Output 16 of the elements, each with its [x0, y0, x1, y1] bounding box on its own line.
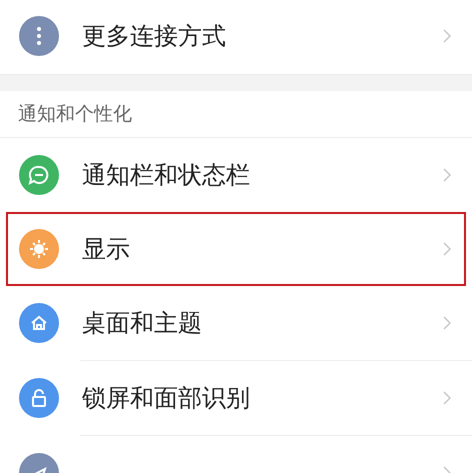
- chevron-icon: [442, 167, 452, 183]
- chevron-icon: [442, 390, 452, 406]
- section-header: 通知和个性化: [18, 102, 132, 127]
- item-label: 锁屏和面部识别: [82, 383, 251, 414]
- item-label: 显示: [82, 234, 131, 265]
- chevron-icon: [442, 241, 452, 257]
- settings-item[interactable]: 锁屏和面部识别: [6, 361, 466, 435]
- settings-item[interactable]: 更多连接方式: [6, 0, 466, 72]
- settings-item[interactable]: 通知栏和状态栏: [6, 138, 466, 212]
- chevron-icon: [442, 28, 452, 44]
- settings-item[interactable]: 桌面和主题: [6, 286, 466, 360]
- item-label: 通知栏和状态栏: [82, 160, 251, 191]
- item-label: 桌面和主题: [82, 308, 203, 339]
- settings-item[interactable]: 显示: [6, 212, 466, 286]
- item-label: 更多连接方式: [82, 21, 227, 52]
- chevron-icon: [442, 315, 452, 331]
